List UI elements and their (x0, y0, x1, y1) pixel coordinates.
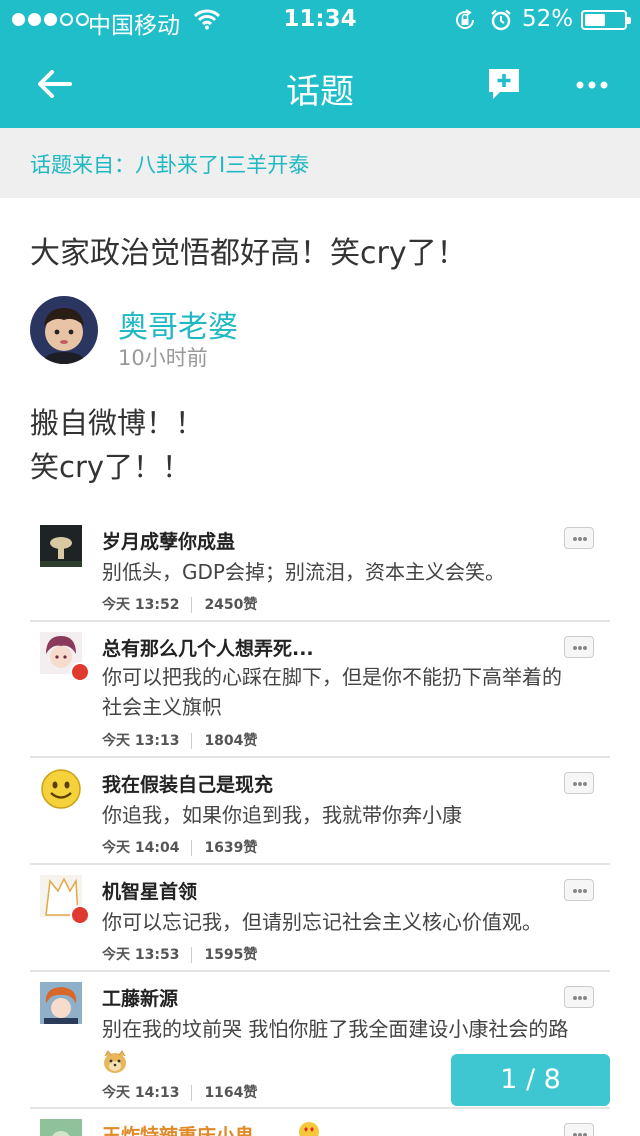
author-avatar[interactable] (30, 296, 98, 364)
comment-likes: 1164赞 (204, 1085, 258, 1101)
post-time: 10小时前 (118, 346, 208, 370)
commenter-name: 王炸特辣重庆小鬼 (102, 1125, 255, 1136)
doge-emoji-icon (104, 1050, 126, 1073)
battery-icon (581, 10, 631, 30)
comment-time: 今天 13:13 (102, 733, 180, 749)
comment-options-icon[interactable] (564, 986, 594, 1008)
comment-time: 今天 14:13 (102, 1085, 180, 1101)
comment-meta: 今天 13:13 1804赞 (102, 730, 257, 750)
post-body-line: 笑cry了！！ (30, 450, 192, 484)
status-bar: 中国移动 11:34 52% (0, 0, 640, 40)
comment-text: 别低头，GDP会掉；别流泪，资本主义会笑。 (102, 560, 505, 584)
comment-options-icon[interactable] (564, 636, 594, 658)
commenter-name: 机智星首领 (102, 881, 198, 903)
commenter-avatar (40, 632, 90, 682)
battery-percent: 52% (522, 6, 574, 32)
app-header: 中国移动 11:34 52% 话题 (0, 0, 640, 128)
page-title: 话题 (286, 72, 354, 112)
commenter-name: 工藤新源 (102, 988, 179, 1010)
comment-meta: 今天 14:04 1639赞 (102, 837, 257, 857)
comment-item: 我在假装自己是现充 你追我，如果你追到我，我就带你奔小康 今天 14:04 163… (30, 758, 610, 865)
verified-badge-icon (70, 905, 90, 925)
nav-bar: 话题 (0, 40, 640, 128)
comment-text: 别在我的坟前哭 我怕你脏了我全面建设小康社会的路 (102, 1017, 569, 1041)
comment-item: 岁月成孽你成蛊 别低头，GDP会掉；别流泪，资本主义会笑。 今天 13:52 24… (30, 515, 610, 622)
comment-meta: 今天 13:53 1595赞 (102, 944, 257, 964)
image-page-indicator[interactable]: 1 / 8 (451, 1054, 610, 1106)
comment-options-icon[interactable] (564, 879, 594, 901)
commenter-name: 总有那么几个人想弄死... (102, 638, 314, 660)
comment-item: 王炸特辣重庆小鬼 (30, 1109, 610, 1136)
commenter-avatar (40, 875, 90, 925)
commenter-avatar (40, 768, 82, 810)
post-title: 大家政治觉悟都好高！笑cry了！ (30, 236, 467, 271)
comment-text: 你可以忘记我，但请别忘记社会主义核心价值观。 (102, 910, 542, 934)
post-body-line: 搬自微博！！ (30, 406, 205, 440)
comment-options-icon[interactable] (564, 527, 594, 549)
comment-options-icon[interactable] (564, 1123, 594, 1136)
comment-likes: 2450赞 (204, 597, 258, 613)
verified-badge-icon (70, 662, 90, 682)
rotation-lock-icon (456, 9, 474, 29)
comment-meta: 今天 13:52 2450赞 (102, 594, 257, 614)
comments-screenshot-image[interactable]: 岁月成孽你成蛊 别低头，GDP会掉；别流泪，资本主义会笑。 今天 13:52 24… (30, 515, 610, 1136)
comment-time: 今天 13:52 (102, 597, 180, 613)
commenter-avatar (40, 525, 82, 567)
topic-source-banner[interactable]: 话题来自：八卦来了I三羊开泰 (0, 128, 640, 198)
topic-source-link[interactable]: 话题来自：八卦来了I三羊开泰 (30, 149, 309, 179)
commenter-avatar (40, 1119, 82, 1136)
heart-eyes-emoji-icon (299, 1122, 319, 1136)
more-dots-icon[interactable] (574, 70, 610, 100)
comment-text: 社会主义旗帜 (102, 695, 222, 719)
alarm-icon (491, 9, 511, 31)
comment-text: 你可以把我的心踩在脚下，但是你不能扔下高举着的 (102, 665, 562, 689)
comment-item: 总有那么几个人想弄死... 你可以把我的心踩在脚下，但是你不能扔下高举着的 社会… (30, 622, 610, 758)
comment-options-icon[interactable] (564, 772, 594, 794)
comment-text: 你追我，如果你追到我，我就带你奔小康 (102, 803, 462, 827)
comment-likes: 1804赞 (204, 733, 258, 749)
comment-add-icon[interactable] (486, 66, 522, 102)
comment-time: 今天 13:53 (102, 947, 180, 963)
commenter-avatar (40, 982, 82, 1024)
comment-likes: 1595赞 (204, 947, 258, 963)
commenter-name: 岁月成孽你成蛊 (102, 531, 236, 553)
comment-meta: 今天 14:13 1164赞 (102, 1082, 257, 1102)
comment-time: 今天 14:04 (102, 840, 180, 856)
commenter-name: 我在假装自己是现充 (102, 774, 274, 796)
comment-likes: 1639赞 (204, 840, 258, 856)
comment-item: 机智星首领 你可以忘记我，但请别忘记社会主义核心价值观。 今天 13:53 159… (30, 865, 610, 972)
author-name[interactable]: 奥哥老婆 (118, 302, 238, 346)
